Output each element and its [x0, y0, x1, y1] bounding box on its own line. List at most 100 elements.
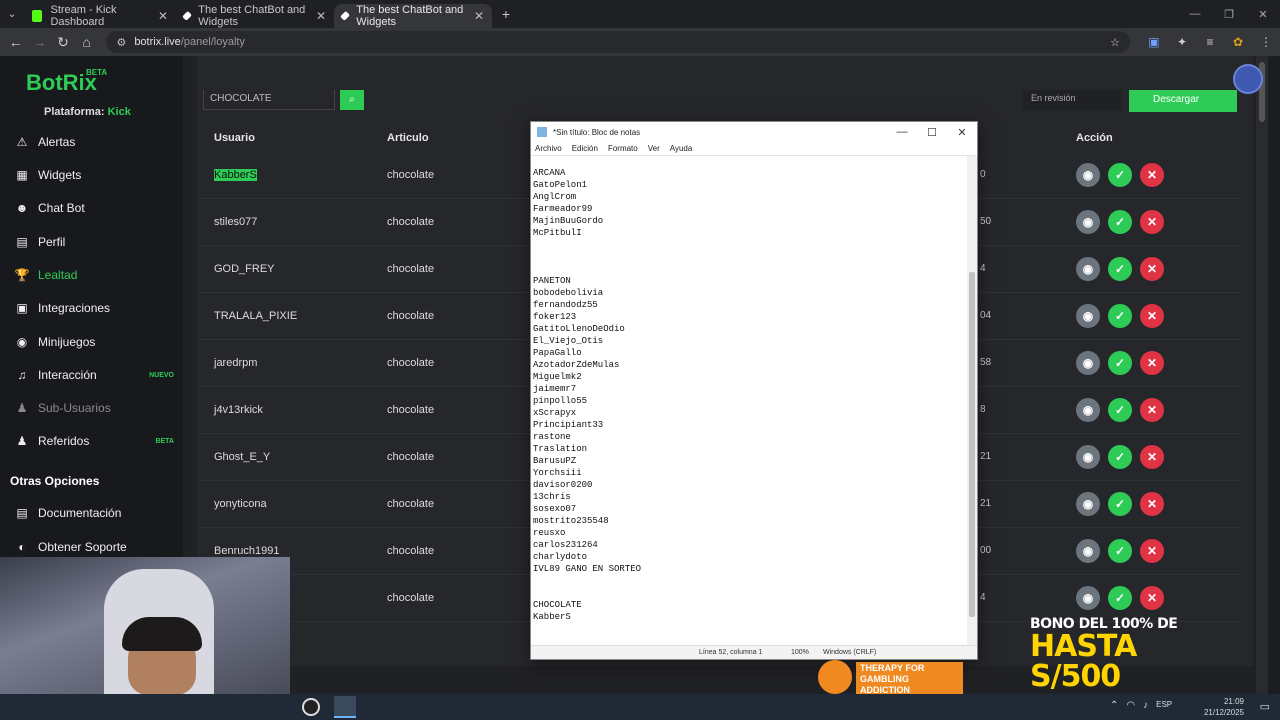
bookmark-star-icon[interactable]: ☆ [1110, 36, 1120, 49]
url-field[interactable]: ⚙ botrix.live /panel/loyalty ☆ [106, 31, 1130, 53]
sidebar-item-documentacion[interactable]: ▤ Documentación [14, 502, 174, 524]
menu-ayuda[interactable]: Ayuda [670, 144, 693, 153]
reject-button[interactable]: ✕ [1140, 210, 1164, 234]
wifi-icon[interactable]: ◠ [1126, 700, 1135, 711]
view-button[interactable]: ◉ [1076, 398, 1100, 422]
approve-button[interactable]: ✓ [1108, 351, 1132, 375]
forward-icon[interactable]: → [28, 34, 52, 50]
sidebar-item-referidos[interactable]: ♟ Referidos BETA [14, 430, 174, 452]
sidebar-item-integraciones[interactable]: ▣ Integraciones [14, 297, 174, 319]
reject-button[interactable]: ✕ [1140, 304, 1164, 328]
reload-icon[interactable]: ↻ [51, 34, 75, 51]
approve-button[interactable]: ✓ [1108, 445, 1132, 469]
sidebar-item-alertas[interactable]: ⚠ Alertas [14, 131, 174, 153]
lang-indicator[interactable]: ESP [1156, 700, 1172, 711]
maximize-icon[interactable]: ❐ [1212, 8, 1246, 21]
site-info-icon[interactable]: ⚙ [116, 36, 126, 49]
sidebar-item-lealtad[interactable]: 🏆 Lealtad [14, 264, 174, 286]
view-button[interactable]: ◉ [1076, 257, 1100, 281]
status-filter[interactable]: En revisión [1023, 90, 1121, 110]
tab-botrix-2[interactable]: The best ChatBot and Widgets ✕ [334, 4, 492, 28]
approve-button[interactable]: ✓ [1108, 539, 1132, 563]
menu-edicion[interactable]: Edición [572, 144, 598, 153]
cell-article: chocolate [387, 498, 435, 510]
close-icon[interactable]: ✕ [947, 126, 977, 139]
obs-icon[interactable] [302, 698, 320, 716]
approve-button[interactable]: ✓ [1108, 257, 1132, 281]
scrollbar-thumb[interactable] [969, 272, 975, 617]
reject-button[interactable]: ✕ [1140, 257, 1164, 281]
reject-button[interactable]: ✕ [1140, 586, 1164, 610]
search-input[interactable]: CHOCOLATE [203, 90, 335, 110]
media-icon[interactable]: ≡ [1196, 35, 1224, 49]
reject-button[interactable]: ✕ [1140, 351, 1164, 375]
beta-tag: BETA [86, 68, 108, 77]
approve-button[interactable]: ✓ [1108, 586, 1132, 610]
tab-kick-dashboard[interactable]: Stream - Kick Dashboard ✕ [24, 4, 176, 28]
reject-button[interactable]: ✕ [1140, 163, 1164, 187]
menu-icon[interactable]: ⋮ [1252, 35, 1280, 49]
page-scrollbar[interactable] [1256, 56, 1268, 694]
sidebar-item-soporte[interactable]: ◐ Obtener Soporte [14, 536, 174, 558]
view-button[interactable]: ◉ [1076, 492, 1100, 516]
view-button[interactable]: ◉ [1076, 351, 1100, 375]
volume-icon[interactable]: ♪ [1143, 700, 1148, 711]
view-button[interactable]: ◉ [1076, 539, 1100, 563]
notepad-task-icon[interactable] [334, 696, 356, 718]
notepad-scrollbar[interactable] [967, 156, 977, 646]
new-tab-button[interactable]: + [492, 6, 520, 22]
menu-archivo[interactable]: Archivo [535, 144, 562, 153]
approve-button[interactable]: ✓ [1108, 492, 1132, 516]
close-icon[interactable]: ✕ [316, 9, 326, 23]
approve-button[interactable]: ✓ [1108, 398, 1132, 422]
view-button[interactable]: ◉ [1076, 163, 1100, 187]
header-action: Acción [1076, 132, 1113, 144]
tab-menu-button[interactable]: ⌄ [0, 9, 24, 20]
extension-bee-icon[interactable]: ✿ [1224, 35, 1252, 49]
minimize-icon[interactable]: — [887, 126, 917, 139]
eye-icon: ◉ [1082, 262, 1094, 276]
reject-button[interactable]: ✕ [1140, 445, 1164, 469]
minimize-icon[interactable]: — [1178, 8, 1212, 21]
chevron-up-icon[interactable]: ⌃ [1110, 700, 1118, 711]
tab-botrix-1[interactable]: The best ChatBot and Widgets ✕ [176, 4, 334, 28]
view-button[interactable]: ◉ [1076, 210, 1100, 234]
notifications-icon[interactable]: ▭ [1260, 700, 1270, 713]
sidebar-item-interaccion[interactable]: ♫ Interacción NUEVO [14, 364, 175, 386]
view-button[interactable]: ◉ [1076, 304, 1100, 328]
close-icon[interactable]: ✕ [474, 9, 484, 23]
notepad-titlebar[interactable]: *Sin título: Bloc de notas — ☐ ✕ [531, 122, 977, 142]
sidebar-item-widgets[interactable]: ▦ Widgets [14, 164, 174, 186]
back-icon[interactable]: ← [4, 34, 28, 50]
avatar[interactable] [1233, 64, 1263, 94]
notepad-title: *Sin título: Bloc de notas [553, 127, 641, 137]
menu-formato[interactable]: Formato [608, 144, 638, 153]
sidebar-item-sub-usuarios[interactable]: ♟ Sub-Usuarios [14, 397, 174, 419]
download-button[interactable]: Descargar [1129, 90, 1237, 112]
sidebar-item-chat-bot[interactable]: ☻ Chat Bot [14, 197, 174, 219]
sidebar-item-minijuegos[interactable]: ◉ Minijuegos [14, 331, 174, 353]
reject-button[interactable]: ✕ [1140, 398, 1164, 422]
check-icon: ✓ [1114, 215, 1126, 229]
reject-button[interactable]: ✕ [1140, 539, 1164, 563]
reject-button[interactable]: ✕ [1140, 492, 1164, 516]
eye-icon: ◉ [1082, 544, 1094, 558]
extensions-icon[interactable]: ✦ [1168, 35, 1196, 49]
menu-ver[interactable]: Ver [648, 144, 660, 153]
x-icon: ✕ [1146, 450, 1158, 464]
maximize-icon[interactable]: ☐ [917, 126, 947, 139]
home-icon[interactable]: ⌂ [75, 34, 99, 50]
sidebar-item-perfil[interactable]: ▤ Perfil [14, 231, 174, 253]
view-button[interactable]: ◉ [1076, 445, 1100, 469]
close-icon[interactable]: ✕ [158, 9, 168, 23]
approve-button[interactable]: ✓ [1108, 304, 1132, 328]
approve-button[interactable]: ✓ [1108, 163, 1132, 187]
approve-button[interactable]: ✓ [1108, 210, 1132, 234]
clock[interactable]: 21:09 21/12/2025 [1204, 696, 1244, 718]
notepad-text-area[interactable]: ARCANA GatoPelon1 AnglCrom Farmeador99 M… [533, 167, 963, 627]
search-button[interactable]: ⌕ [340, 90, 364, 110]
translate-icon[interactable]: ▣ [1140, 35, 1168, 49]
window-controls: — ❐ ✕ [1178, 8, 1280, 21]
close-icon[interactable]: ✕ [1246, 8, 1280, 21]
view-button[interactable]: ◉ [1076, 586, 1100, 610]
